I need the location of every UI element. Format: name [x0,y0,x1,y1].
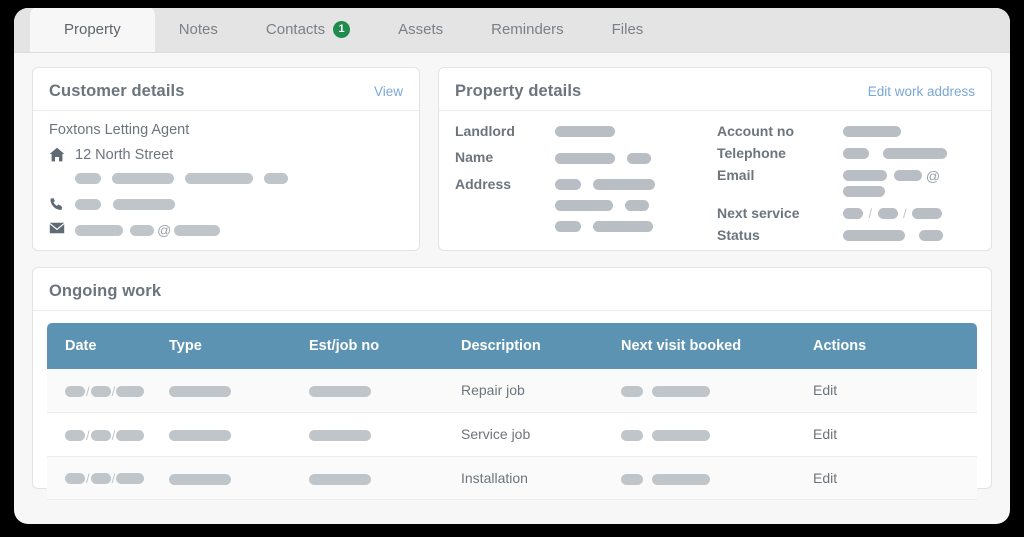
customer-address-redacted [75,169,289,188]
cell-description: Repair job [461,369,621,413]
property-card-header: Property details Edit work address [439,68,991,111]
property-value-account-no [843,124,975,140]
cell-est-job-no [309,456,461,501]
cell-next-visit [621,412,813,457]
customer-company-name: Foxtons Letting Agent [49,122,190,138]
edit-row-link[interactable]: Edit [813,456,977,501]
cell-date: / / [47,369,169,413]
customer-email-redacted: @ [75,221,221,240]
ongoing-work-card: Ongoing work Date Type Est/job no Descri… [32,267,992,501]
tab-contacts[interactable]: Contacts 1 [242,8,374,52]
cell-type [169,412,309,457]
property-right-column: Account no Telephone Email @ Next servic… [717,123,975,244]
ongoing-work-header: Ongoing work [33,268,991,311]
property-label-name: Name [455,149,494,166]
email-at-symbol: @ [925,167,941,184]
phone-icon [49,195,75,211]
date-separator: / [868,205,873,221]
customer-card-title: Customer details [49,82,185,100]
cell-next-visit [621,369,813,413]
date-separator: / [902,205,907,221]
table-body: / / Repair job Edit / / Service job Edit… [47,369,977,501]
cell-description: Service job [461,412,621,457]
ongoing-work-title: Ongoing work [49,282,162,300]
property-card-body: Landlord Name Address Account no Telepho… [439,111,991,244]
home-icon [49,146,75,162]
property-value-next-service: / / [843,206,975,222]
customer-phone-line [49,195,403,214]
tab-content-property: Customer details View Foxtons Letting Ag… [14,53,1010,507]
property-details-card: Property details Edit work address Landl… [438,67,992,251]
customer-address-value: 12 North Street [75,146,289,188]
cell-date: / / [47,456,169,501]
property-value-address [555,177,656,240]
edit-row-link[interactable]: Edit [813,412,977,457]
column-header-description[interactable]: Description [461,323,621,369]
property-label-telephone: Telephone [717,145,786,161]
property-value-landlord [555,124,655,140]
cell-est-job-no [309,412,461,457]
view-customer-link[interactable]: View [374,84,403,99]
customer-address-street: 12 North Street [75,147,174,163]
tab-label: Contacts [265,21,326,38]
edit-work-address-link[interactable]: Edit work address [868,84,975,99]
cell-est-job-no [309,369,461,413]
table-row[interactable]: / / Repair job Edit [47,369,977,413]
property-label-email: Email [717,167,755,183]
details-card-row: Customer details View Foxtons Letting Ag… [32,67,992,251]
tab-label: Files [611,21,644,38]
tab-files[interactable]: Files [588,8,668,52]
property-left-column: Landlord Name Address [455,123,717,244]
customer-address-line: 12 North Street [49,146,403,188]
tab-label: Property [64,21,121,38]
edit-row-link[interactable]: Edit [813,369,977,413]
cell-type [169,369,309,413]
customer-phone-redacted [75,195,176,214]
column-header-est-job-no[interactable]: Est/job no [309,323,461,369]
tab-label: Reminders [491,21,564,38]
ongoing-work-table: Date Type Est/job no Description Next vi… [47,323,977,501]
app-panel: Property Notes Contacts 1 Assets Reminde… [14,8,1010,524]
property-value-telephone [843,146,975,162]
customer-card-body: Foxtons Letting Agent 12 North Street @ [33,111,419,240]
tab-reminders[interactable]: Reminders [467,8,588,52]
contacts-count-badge: 1 [333,21,351,38]
column-header-date[interactable]: Date [47,323,169,369]
customer-details-card: Customer details View Foxtons Letting Ag… [32,67,420,251]
cell-type [169,456,309,501]
tab-assets[interactable]: Assets [374,8,467,52]
property-card-title: Property details [455,82,582,100]
property-value-email: @ [843,168,975,200]
column-header-actions[interactable]: Actions [813,323,977,369]
customer-card-header: Customer details View [33,68,419,111]
property-value-name [555,150,655,166]
property-label-landlord: Landlord [455,123,515,139]
tab-label: Notes [178,21,218,38]
cell-description: Installation [461,456,621,501]
property-label-address: Address [455,175,512,192]
cell-next-visit [621,456,813,501]
cell-date: / / [47,412,169,457]
tab-bar: Property Notes Contacts 1 Assets Reminde… [14,8,1010,53]
table-row[interactable]: / / Service job Edit [47,412,977,457]
email-at-symbol: @ [157,222,172,238]
property-label-next-service: Next service [717,205,800,221]
envelope-icon [49,221,75,234]
tab-label: Assets [398,21,444,38]
table-header-row: Date Type Est/job no Description Next vi… [47,323,977,369]
table-header: Date Type Est/job no Description Next vi… [47,323,977,369]
customer-email-line: @ [49,221,403,240]
tab-property[interactable]: Property [30,8,155,52]
property-label-status: Status [717,227,760,243]
property-value-status [843,228,975,244]
column-header-next-visit[interactable]: Next visit booked [621,323,813,369]
property-label-account-no: Account no [717,123,794,139]
table-row[interactable]: / / Installation Edit [47,456,977,501]
tab-notes[interactable]: Notes [155,8,242,52]
column-header-type[interactable]: Type [169,323,309,369]
